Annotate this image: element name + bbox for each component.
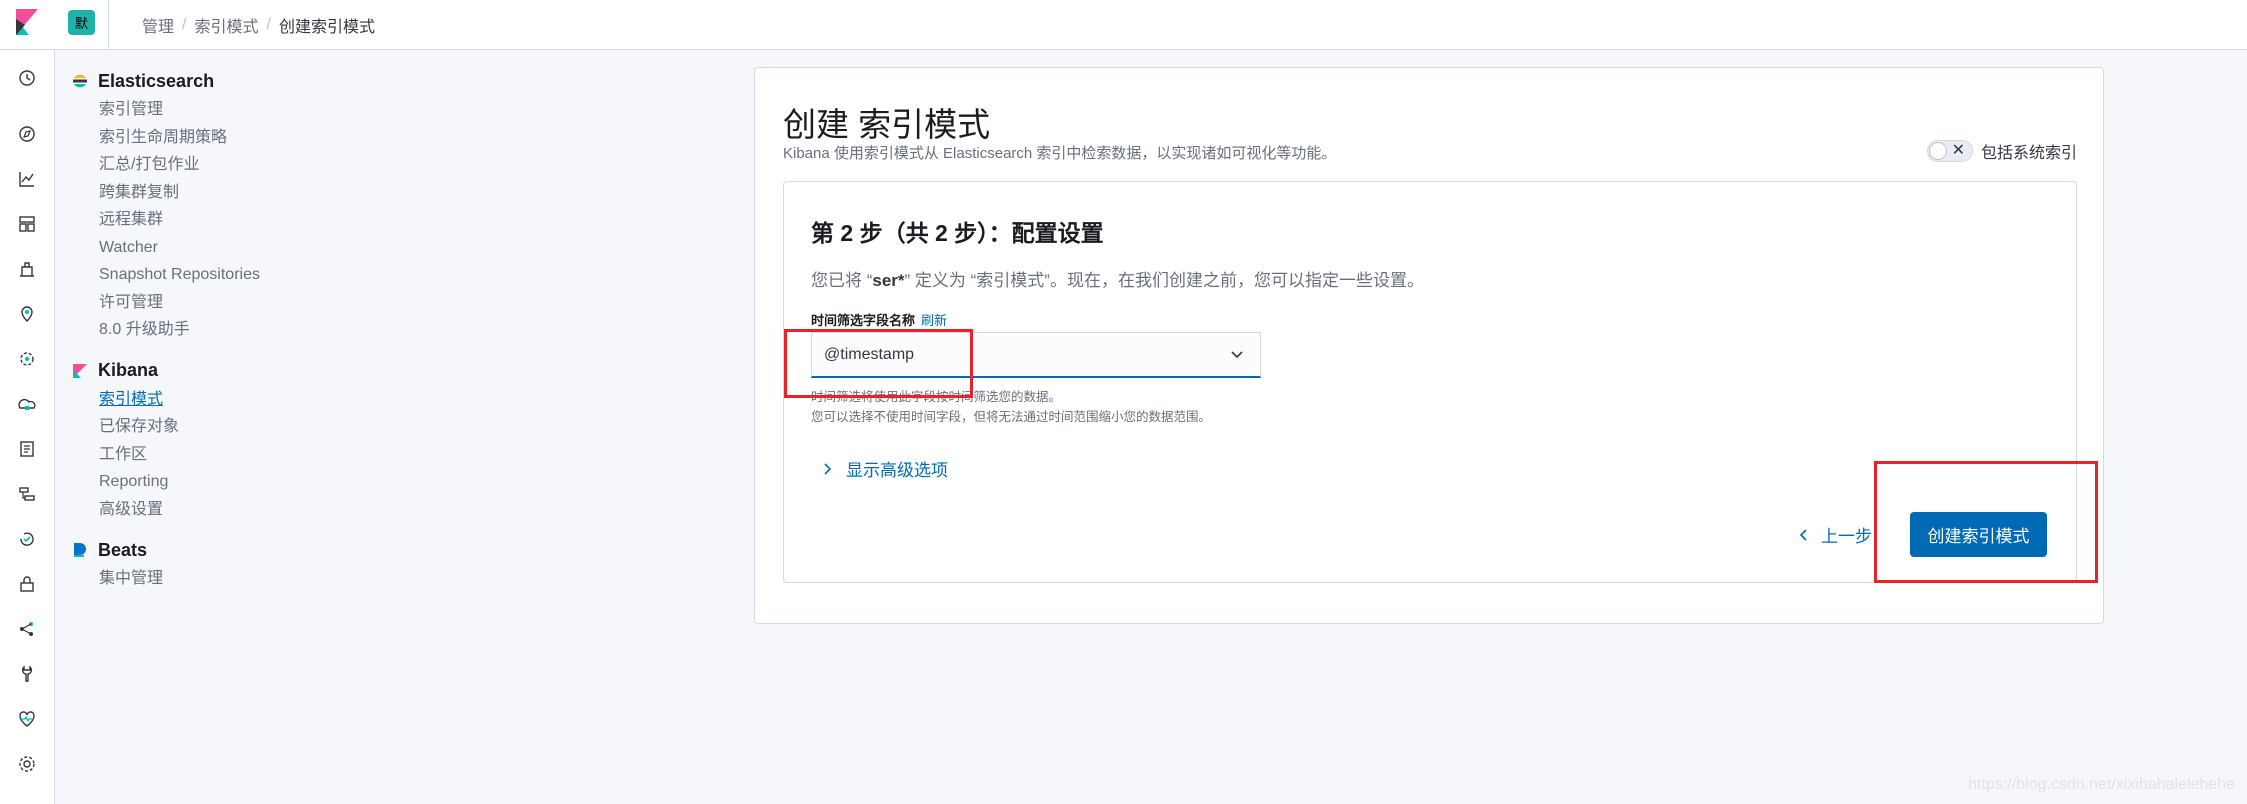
top-bar: 默 管理 / 索引模式 / 创建索引模式: [0, 0, 2247, 50]
nav-item-spaces[interactable]: 工作区: [72, 441, 332, 469]
switch-knob: [1928, 142, 1947, 160]
apm-icon[interactable]: [17, 484, 37, 504]
clock-icon[interactable]: [17, 68, 37, 88]
breadcrumb-current: 创建索引模式: [278, 19, 375, 36]
include-system-indices: ✕ 包括系统索引: [1926, 139, 2077, 163]
breadcrumb-index-patterns[interactable]: 索引模式: [194, 13, 258, 37]
nav-item-upgrade-assistant[interactable]: 8.0 升级助手: [72, 316, 332, 344]
divider: [108, 0, 109, 50]
nav-item-reporting[interactable]: Reporting: [72, 468, 332, 496]
beats-logo-icon: [74, 543, 86, 557]
chevron-down-icon: [1231, 351, 1243, 359]
time-field-label: 时间筛选字段名称 刷新: [811, 313, 948, 328]
nav-heading-kibana: Kibana: [72, 356, 332, 386]
nav-item-remote-clusters[interactable]: 远程集群: [72, 206, 332, 234]
kibana-logo-icon[interactable]: [16, 9, 38, 35]
nav-group-beats: Beats 集中管理: [72, 535, 332, 593]
maps-icon[interactable]: [17, 304, 37, 324]
uptime-icon[interactable]: [17, 529, 37, 549]
dashboard-icon[interactable]: [17, 214, 37, 234]
close-icon: ✕: [1951, 142, 1965, 159]
step-description: 您已将 “ser*” 定义为 “索引模式”。现在，在我们创建之前，您可以指定一些…: [811, 271, 1424, 290]
step-title: 第 2 步（共 2 步）：配置设置: [811, 220, 1104, 246]
nav-item-advanced-settings[interactable]: 高级设置: [72, 496, 332, 524]
chevron-left-icon: [1799, 528, 1807, 541]
management-side-nav: Elasticsearch 索引管理 索引生命周期策略 汇总/打包作业 跨集群复…: [72, 66, 332, 605]
infrastructure-icon[interactable]: [17, 394, 37, 414]
breadcrumb-management[interactable]: 管理: [142, 13, 174, 37]
toggle-label: 包括系统索引: [1980, 145, 2077, 162]
nav-heading-beats: Beats: [72, 535, 332, 565]
visualize-icon[interactable]: [17, 169, 37, 189]
nav-item-license-management[interactable]: 许可管理: [72, 289, 332, 317]
monitoring-icon[interactable]: [17, 709, 37, 729]
nav-group-kibana: Kibana 索引模式 已保存对象 工作区 Reporting 高级设置: [72, 356, 332, 524]
siem-icon[interactable]: [17, 574, 37, 594]
refresh-link[interactable]: 刷新: [921, 313, 947, 328]
elasticsearch-logo-icon: [73, 74, 87, 88]
chevron-right-icon: [824, 462, 832, 475]
nav-item-central-management[interactable]: 集中管理: [72, 565, 332, 593]
nav-item-index-management[interactable]: 索引管理: [72, 96, 332, 124]
compass-icon[interactable]: [17, 124, 37, 144]
nav-item-index-patterns[interactable]: 索引模式: [72, 386, 332, 414]
kibana-logo-icon: [73, 363, 87, 378]
ml-icon[interactable]: [17, 349, 37, 369]
app-nav-rail: [0, 50, 55, 804]
nav-heading-elasticsearch: Elasticsearch: [72, 66, 332, 96]
nav-group-elasticsearch: Elasticsearch 索引管理 索引生命周期策略 汇总/打包作业 跨集群复…: [72, 66, 332, 344]
nav-item-watcher[interactable]: Watcher: [72, 234, 332, 262]
watermark: https://blog.csdn.net/xixihahalelehehe: [1968, 776, 2235, 793]
graph-icon[interactable]: [17, 619, 37, 639]
page-subtitle: Kibana 使用索引模式从 Elasticsearch 索引中检索数据，以实现…: [783, 145, 1337, 162]
pattern-name: ser*: [872, 271, 905, 290]
logs-icon[interactable]: [17, 439, 37, 459]
breadcrumb: 管理 / 索引模式 / 创建索引模式: [142, 13, 375, 37]
nav-item-rollup-jobs[interactable]: 汇总/打包作业: [72, 151, 332, 179]
breadcrumb-separator: /: [266, 16, 271, 33]
back-button[interactable]: 上一步: [1797, 522, 1872, 547]
canvas-icon[interactable]: [17, 259, 37, 279]
show-advanced-options-link[interactable]: 显示高级选项: [820, 456, 948, 481]
breadcrumb-separator: /: [182, 16, 187, 33]
include-system-indices-switch[interactable]: ✕: [1926, 140, 1973, 162]
dev-tools-icon[interactable]: [17, 664, 37, 684]
annotation-box-time-field: [784, 329, 973, 398]
page-title: 创建 索引模式: [783, 106, 991, 143]
annotation-box-create-button: [1874, 461, 2098, 583]
nav-item-saved-objects[interactable]: 已保存对象: [72, 413, 332, 441]
nav-item-ccr[interactable]: 跨集群复制: [72, 179, 332, 207]
space-avatar[interactable]: 默: [68, 10, 95, 35]
nav-item-snapshot-repositories[interactable]: Snapshot Repositories: [72, 261, 332, 289]
management-gear-icon[interactable]: [17, 754, 37, 774]
nav-item-ilm[interactable]: 索引生命周期策略: [72, 124, 332, 152]
